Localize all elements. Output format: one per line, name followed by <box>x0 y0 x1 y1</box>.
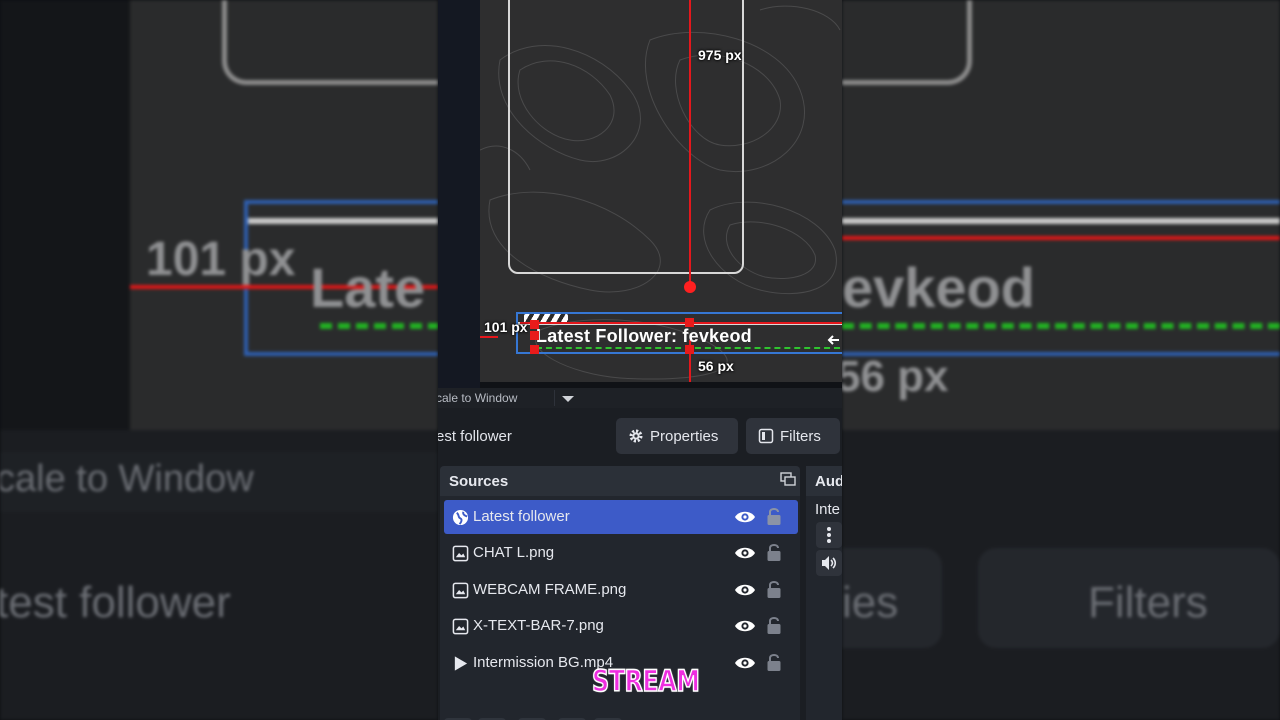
resize-handle-left[interactable] <box>530 331 539 340</box>
lock-icon[interactable] <box>766 542 782 562</box>
latest-follower-text: Latest Follower: fevkeod <box>536 326 752 346</box>
visibility-eye-icon[interactable] <box>734 582 756 598</box>
source-item[interactable]: CHAT L.png <box>444 536 798 570</box>
background-text-right: evkeod <box>842 256 1035 319</box>
preview-canvas[interactable]: 975 px 56 px Latest Follower: fevkeod <box>480 0 842 382</box>
resize-handle-bottom-left[interactable] <box>530 345 539 354</box>
background-dark-strip <box>0 0 130 430</box>
scale-mode-label: cale to Window <box>438 391 518 405</box>
sources-toolbar <box>444 712 798 720</box>
chevron-down-icon[interactable] <box>562 396 574 402</box>
sources-title: Sources <box>449 473 509 490</box>
lock-icon[interactable] <box>766 506 782 526</box>
lock-icon[interactable] <box>766 652 782 672</box>
visibility-eye-icon[interactable] <box>734 545 756 561</box>
resize-handle-top[interactable] <box>685 318 694 327</box>
source-label: X-TEXT-BAR-7.png <box>473 617 604 635</box>
audio-mute-button[interactable] <box>816 550 842 576</box>
background-dim-left: 101 px <box>146 233 296 286</box>
audio-mixer-title: Audi <box>815 473 842 490</box>
background-bar-line-right <box>842 218 1280 224</box>
background-left-zoom: 101 px Late cale to Window test follower <box>0 0 438 720</box>
sources-list: Latest follower CHAT L.png WEBCAM FRAME.… <box>444 500 798 682</box>
obs-window: 975 px 56 px Latest Follower: fevkeod 10… <box>438 0 842 720</box>
distance-label-left: 101 px <box>484 319 528 335</box>
filters-label: Filters <box>780 427 821 445</box>
background-red-guide-right <box>842 236 1280 240</box>
resize-handle-top-left[interactable] <box>530 320 539 329</box>
visibility-eye-icon[interactable] <box>734 509 756 525</box>
lock-icon[interactable] <box>766 579 782 599</box>
lock-icon[interactable] <box>766 615 782 635</box>
image-icon <box>452 582 469 599</box>
source-item[interactable]: WEBCAM FRAME.png <box>444 573 798 607</box>
preview-area[interactable]: 975 px 56 px Latest Follower: fevkeod 10… <box>438 0 842 388</box>
audio-mixer-dock: Audi Inte <box>806 466 842 720</box>
selected-source-name: est follower <box>438 428 512 445</box>
globe-icon <box>452 509 469 526</box>
kebab-menu-icon <box>827 527 831 543</box>
background-green-guide-right <box>842 323 1280 329</box>
filters-icon <box>758 428 774 444</box>
distance-label-top: 975 px <box>698 47 742 63</box>
distance-label-bottom: 56 px <box>698 358 734 374</box>
background-frame-right <box>842 0 972 85</box>
undock-icon[interactable] <box>780 472 796 486</box>
background-bar-line <box>248 218 438 224</box>
speaker-icon <box>822 556 837 570</box>
background-green-guide <box>320 323 438 329</box>
background-ies-text: ies <box>842 578 899 627</box>
play-icon <box>454 655 468 671</box>
background-follower-text: test follower <box>0 578 231 627</box>
audio-channel-name: Inte <box>815 501 841 518</box>
source-item[interactable]: X-TEXT-BAR-7.png <box>444 609 798 643</box>
background-scale-text: cale to Window <box>0 458 254 500</box>
audio-mixer-header: Audi <box>806 466 842 496</box>
source-label: CHAT L.png <box>473 544 555 562</box>
scale-divider <box>554 390 555 406</box>
background-text-left: Late <box>310 256 426 319</box>
properties-button[interactable]: Properties <box>616 418 738 454</box>
preview-margin <box>438 0 480 388</box>
red-alignment-guide <box>520 322 842 324</box>
sources-dock-header: Sources <box>440 466 800 496</box>
selected-source-bounds[interactable]: Latest Follower: fevkeod <box>516 312 842 354</box>
background-frame <box>222 0 438 85</box>
horizontal-distance-guide <box>480 336 498 338</box>
filters-button[interactable]: Filters <box>746 418 840 454</box>
arrow-left-icon <box>827 335 839 345</box>
source-label: WEBCAM FRAME.png <box>473 580 627 598</box>
background-right-zoom: evkeod 56 px ies Filters <box>842 0 1280 720</box>
guide-endpoint-dot <box>684 281 696 293</box>
source-label: Latest follower <box>473 508 570 525</box>
image-icon <box>452 618 469 635</box>
visibility-eye-icon[interactable] <box>734 618 756 634</box>
image-icon <box>452 546 469 562</box>
resize-handle-bottom[interactable] <box>685 345 694 354</box>
vertical-distance-guide <box>689 0 691 288</box>
background-dim-bottom: 56 px <box>842 352 949 401</box>
properties-label: Properties <box>650 427 719 445</box>
source-context-bar: est follower Properties Filters <box>438 408 842 464</box>
webcam-frame <box>508 0 744 274</box>
background-filters-text: Filters <box>1088 578 1208 627</box>
gear-icon <box>629 429 643 443</box>
visibility-eye-icon[interactable] <box>734 655 756 671</box>
audio-menu-button[interactable] <box>816 522 842 548</box>
stream-caption: STREAM <box>591 664 700 698</box>
source-item[interactable]: Latest follower <box>444 500 798 534</box>
scale-dropdown[interactable]: cale to Window <box>438 388 842 408</box>
